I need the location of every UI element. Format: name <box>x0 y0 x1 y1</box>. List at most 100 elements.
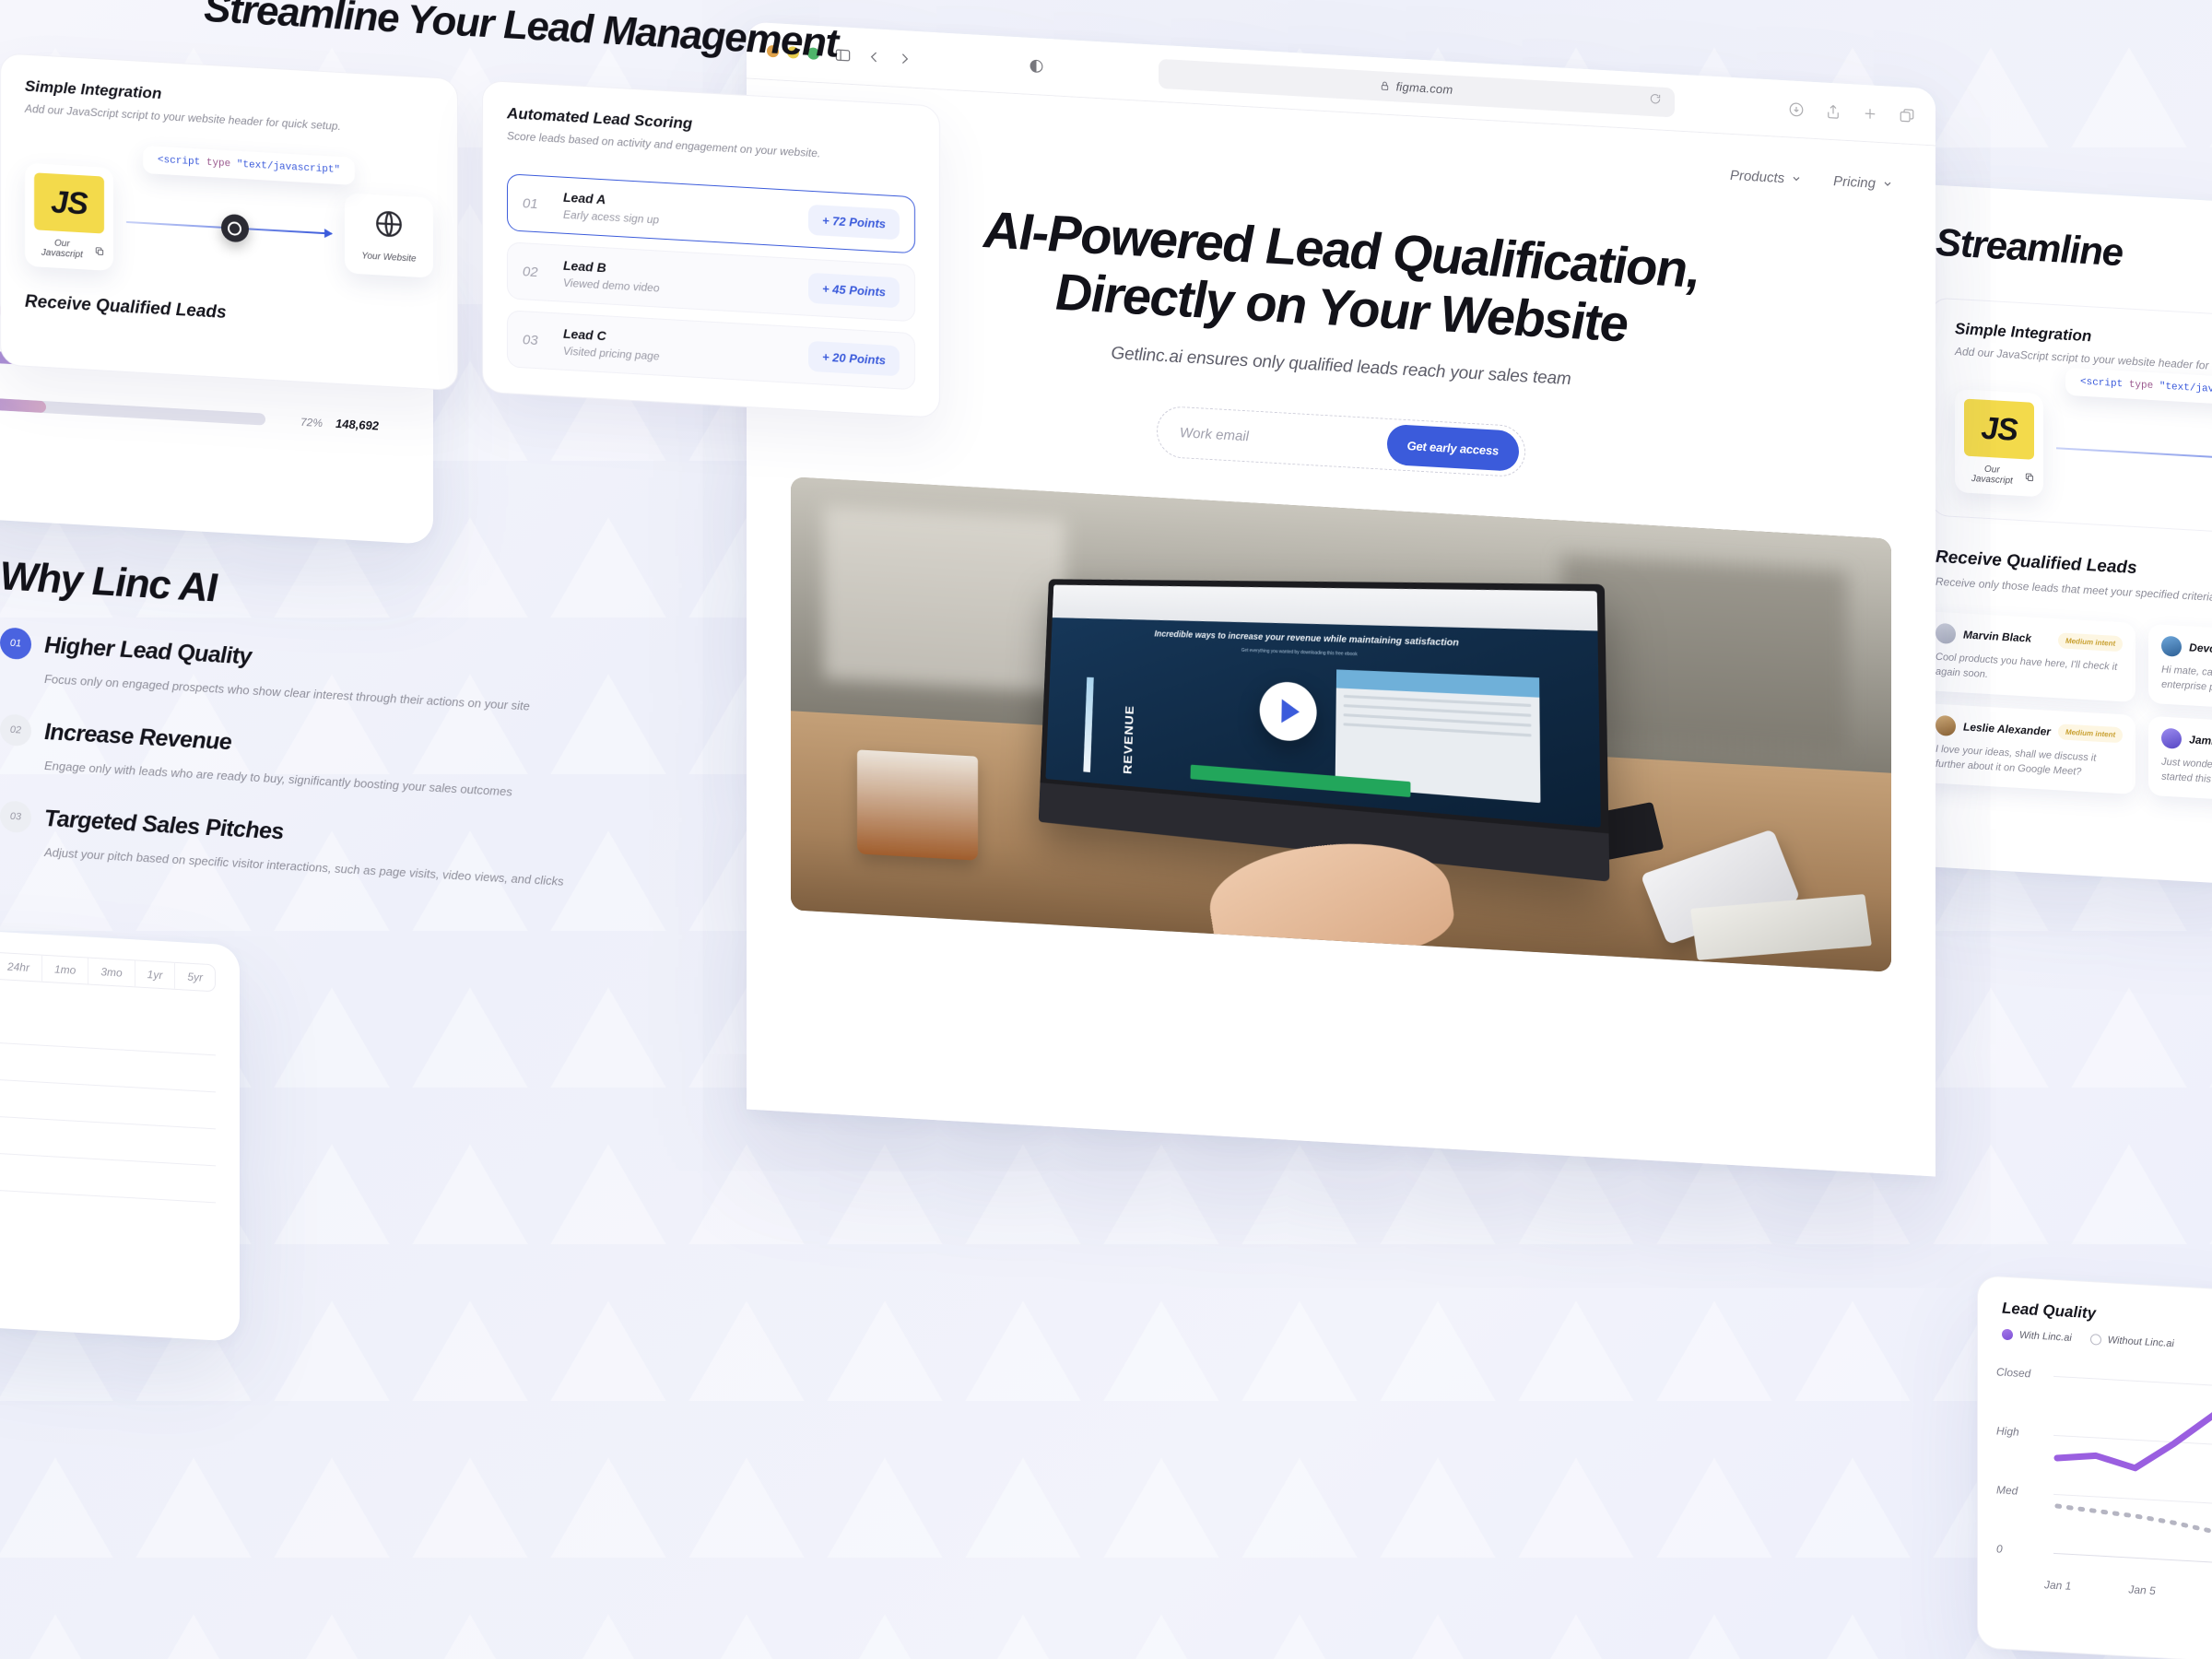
copy-icon[interactable] <box>95 245 104 256</box>
series-without-linc <box>2057 1499 2212 1538</box>
lead-message[interactable]: Leslie Alexander Medium intent I love yo… <box>1923 703 2136 794</box>
tab-overview-icon[interactable] <box>1899 107 1915 124</box>
lead-points-badge: + 72 Points <box>808 204 900 240</box>
status-badge: Medium intent <box>2058 724 2123 744</box>
lead-message[interactable]: Jamie Scott Closed Just wondering, since… <box>2148 716 2212 806</box>
downloads-icon[interactable] <box>1788 100 1805 118</box>
y-tick-zero: 0 <box>1996 1542 2003 1555</box>
nav-item-products[interactable]: Products <box>1730 167 1802 186</box>
email-input[interactable]: Work email <box>1180 425 1249 444</box>
why-item-number: 01 <box>0 627 31 660</box>
new-tab-icon[interactable] <box>1862 104 1878 122</box>
lead-scoring-card: Automated Lead Scoring Score leads based… <box>482 80 940 418</box>
lead-messages-column: Marvin Black Medium intent Cool products… <box>1923 611 2136 794</box>
simple-integration-card: Simple Integration Add our JavaScript sc… <box>0 53 458 391</box>
design-canvas: Report Linc.ai All 24hr 1mo 3mo 1yr 5yr … <box>0 0 2212 1659</box>
nav-label: Products <box>1730 167 1784 185</box>
email-signup-form: Work email Get early access <box>1157 406 1525 478</box>
lead-message-text: I love your ideas, shall we discuss it f… <box>1936 743 2123 782</box>
code-tag: <script <box>158 155 200 169</box>
legend-item-without[interactable]: Without Linc.ai <box>2090 1334 2174 1349</box>
js-caption-row: Our Javascript <box>34 237 104 261</box>
reload-icon[interactable] <box>1649 92 1662 111</box>
nav-item-pricing[interactable]: Pricing <box>1833 173 1893 193</box>
chevron-down-icon <box>1791 173 1802 185</box>
lead-scoring-list: 01 Lead A Early acess sign up + 72 Point… <box>507 173 915 390</box>
legend-swatch-with <box>2002 1329 2013 1341</box>
lead-messages-column: Devon Lane High intent Hi mate, can we s… <box>2148 624 2212 806</box>
shield-icon[interactable] <box>1029 58 1044 75</box>
javascript-card[interactable]: JS Our Javascript <box>1955 389 2043 497</box>
legend-label: Without Linc.ai <box>2108 1335 2174 1349</box>
code-value: "text/javascript" <box>2159 382 2212 398</box>
play-icon[interactable] <box>1259 681 1317 743</box>
integration-flow: JS Our Javascript <script type "text/jav… <box>1955 389 2212 525</box>
why-linc-ai-section: Why Linc AI 01 Higher Lead Quality Focus… <box>0 553 645 1152</box>
lead-name: Marvin Black <box>1963 628 2031 644</box>
legend-item-with[interactable]: With Linc.ai <box>2002 1329 2072 1344</box>
lock-icon <box>1380 80 1390 91</box>
js-logo: JS <box>1964 399 2034 460</box>
simple-integration-card: Simple Integration Add our JavaScript sc… <box>1930 297 2212 551</box>
hero-image: Incredible ways to increase your revenue… <box>791 477 1891 972</box>
lead-message-text: Hi mate, can we set up a call for enterp… <box>2161 664 2212 703</box>
script-code-chip: <script type "text/javascript" <box>2065 368 2212 407</box>
legend-label: With Linc.ai <box>2019 1330 2072 1344</box>
photo-glass <box>857 749 978 860</box>
nav-links: Products Pricing <box>1730 167 1893 192</box>
lead-name: Leslie Alexander <box>1963 720 2051 737</box>
code-attr: type <box>206 158 230 170</box>
get-early-access-button[interactable]: Get early access <box>1387 424 1519 472</box>
lead-message[interactable]: Devon Lane High intent Hi mate, can we s… <box>2148 624 2212 714</box>
lead-points-badge: + 45 Points <box>808 272 900 308</box>
x-tick: Jan 1 <box>2044 1578 2071 1593</box>
nav-label: Pricing <box>1833 173 1876 192</box>
lead-row[interactable]: 02 Lead B Viewed demo video + 45 Points <box>507 241 915 322</box>
website-caption: Your Website <box>354 250 424 264</box>
website-card[interactable]: Your Website <box>345 193 433 277</box>
y-tick-high: High <box>1996 1424 2019 1438</box>
legend-swatch-without <box>2090 1334 2101 1346</box>
js-logo: JS <box>34 172 104 233</box>
flow-arrow <box>126 221 332 235</box>
lead-quality-chart-card: Lead Quality With Linc.ai Without Linc.a… <box>1977 1275 2212 1659</box>
receive-qualified-leads-heading: Receive Qualified Leads <box>25 292 433 335</box>
lead-message-text: Cool products you have here, I'll check … <box>1936 651 2123 690</box>
flow-arrow <box>2056 447 2212 471</box>
javascript-card[interactable]: JS Our Javascript <box>25 163 113 271</box>
lead-name: Jamie Scott <box>2189 733 2212 749</box>
code-value: "text/javascript" <box>237 159 340 176</box>
y-tick-med: Med <box>1996 1483 2018 1497</box>
lead-name: Devon Lane <box>2189 641 2212 657</box>
why-item-number: 02 <box>0 713 31 747</box>
lead-message-text: Just wondering, since when did you start… <box>2161 756 2212 795</box>
lead-description: Viewed demo video <box>563 276 660 295</box>
lead-number: 01 <box>523 195 548 213</box>
chart-series-svg <box>2053 1372 2212 1572</box>
share-icon[interactable] <box>1825 102 1841 120</box>
avatar <box>1936 715 1956 736</box>
streamline-section-mock: Streamline Your Lead Management Simple I… <box>0 0 940 598</box>
chart-plot-area: Closed High Med 0 <box>1996 1369 2212 1582</box>
why-item-title: Higher Lead Quality <box>44 631 252 670</box>
lead-description: Early acess sign up <box>563 208 659 227</box>
lead-number: 03 <box>523 332 548 349</box>
right-integration-panel-mock: Streamline Simple Integration Add our Ja… <box>1899 183 2212 905</box>
copy-icon[interactable] <box>2025 472 2034 483</box>
js-caption-row: Our Javascript <box>1964 464 2034 488</box>
code-tag: <script <box>2080 377 2123 391</box>
why-item-title: Targeted Sales Pitches <box>44 806 284 846</box>
avatar <box>2161 728 2182 749</box>
avatar <box>1936 623 1956 644</box>
lead-name: Lead C <box>563 326 660 347</box>
lead-name: Lead A <box>563 190 659 210</box>
js-caption: Our Javascript <box>1964 464 2020 487</box>
browser-toolbar-right <box>1788 100 1915 124</box>
why-item: 01 Higher Lead Quality Focus only on eng… <box>0 627 645 723</box>
lead-message[interactable]: Marvin Black Medium intent Cool products… <box>1923 611 2136 702</box>
lead-row[interactable]: 03 Lead C Visited pricing page + 20 Poin… <box>507 310 915 390</box>
avatar <box>2161 636 2182 657</box>
lead-row[interactable]: 01 Lead A Early acess sign up + 72 Point… <box>507 173 915 253</box>
flow-node-icon <box>221 214 249 243</box>
series-with-linc <box>2057 1406 2212 1479</box>
